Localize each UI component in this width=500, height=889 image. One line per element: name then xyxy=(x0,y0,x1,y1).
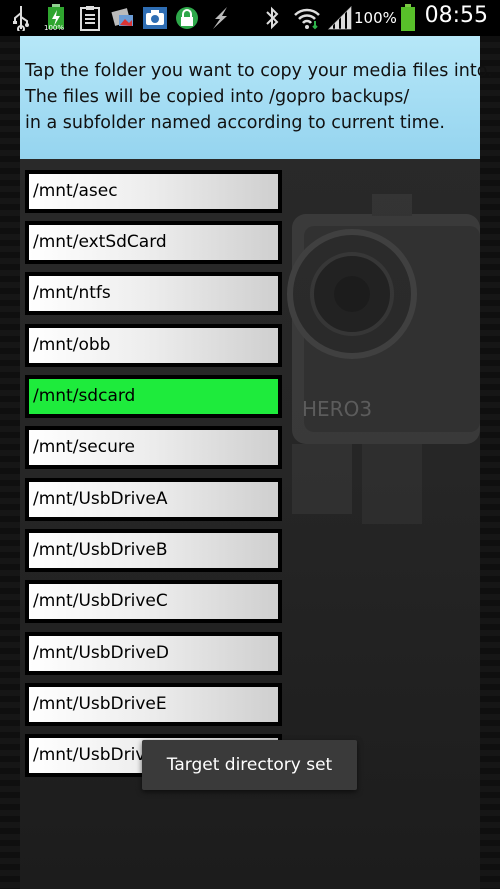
clipboard-icon xyxy=(77,4,103,32)
folder-button[interactable]: /mnt/asec xyxy=(25,170,282,213)
instructions-header: Tap the folder you want to copy your med… xyxy=(20,36,493,159)
gopro-camera-background-image: HERO3 xyxy=(287,194,480,524)
folder-button[interactable]: /mnt/secure xyxy=(25,426,282,469)
camera-icon xyxy=(142,4,168,32)
battery-percent: 100% xyxy=(354,9,397,27)
folder-label: /mnt/asec xyxy=(29,174,278,209)
folder-label: /mnt/UsbDriveE xyxy=(29,687,278,722)
battery-small-label: 100% xyxy=(44,24,65,32)
folder-label: /mnt/extSdCard xyxy=(29,225,278,260)
folder-label: /mnt/UsbDriveA xyxy=(29,482,278,517)
folder-label: /mnt/obb xyxy=(29,328,278,363)
usb-icon xyxy=(8,4,34,32)
folder-button-selected[interactable]: /mnt/sdcard xyxy=(25,375,282,418)
battery-icon xyxy=(398,4,418,32)
folder-label: /mnt/ntfs xyxy=(29,276,278,311)
status-bar: 100% 100% 08:55 xyxy=(0,0,500,36)
folder-label: /mnt/UsbDriveD xyxy=(29,636,278,671)
signal-icon xyxy=(326,4,354,32)
right-border xyxy=(480,36,500,889)
folder-label: /mnt/UsbDriveC xyxy=(29,584,278,619)
folder-button[interactable]: /mnt/UsbDriveD xyxy=(25,632,282,675)
folder-label: /mnt/sdcard xyxy=(29,379,278,414)
instruction-line-2: The files will be copied into /gopro bac… xyxy=(25,87,410,107)
bluetooth-icon xyxy=(262,4,282,32)
toast-message: Target directory set xyxy=(142,740,357,790)
folder-button[interactable]: /mnt/UsbDriveB xyxy=(25,529,282,572)
folder-button[interactable]: /mnt/extSdCard xyxy=(25,221,282,264)
folder-label: /mnt/UsbDriveB xyxy=(29,533,278,568)
folder-button[interactable]: /mnt/obb xyxy=(25,324,282,367)
instruction-line-1: Tap the folder you want to copy your med… xyxy=(25,61,493,81)
clock: 08:55 xyxy=(424,3,488,28)
left-border xyxy=(0,36,20,889)
wifi-icon xyxy=(292,4,322,32)
folder-button[interactable]: /mnt/UsbDriveA xyxy=(25,478,282,521)
image-icon xyxy=(110,4,136,32)
folder-button[interactable]: /mnt/UsbDriveC xyxy=(25,580,282,623)
folder-button[interactable]: /mnt/ntfs xyxy=(25,272,282,315)
folder-button[interactable]: /mnt/UsbDriveE xyxy=(25,683,282,726)
camera-badge: HERO3 xyxy=(302,397,372,421)
lock-icon xyxy=(175,4,199,32)
lightning-icon xyxy=(207,4,233,32)
folder-label: /mnt/secure xyxy=(29,430,278,465)
instruction-line-3: in a subfolder named according to curren… xyxy=(25,113,445,133)
app-screen: Tap the folder you want to copy your med… xyxy=(0,36,500,889)
